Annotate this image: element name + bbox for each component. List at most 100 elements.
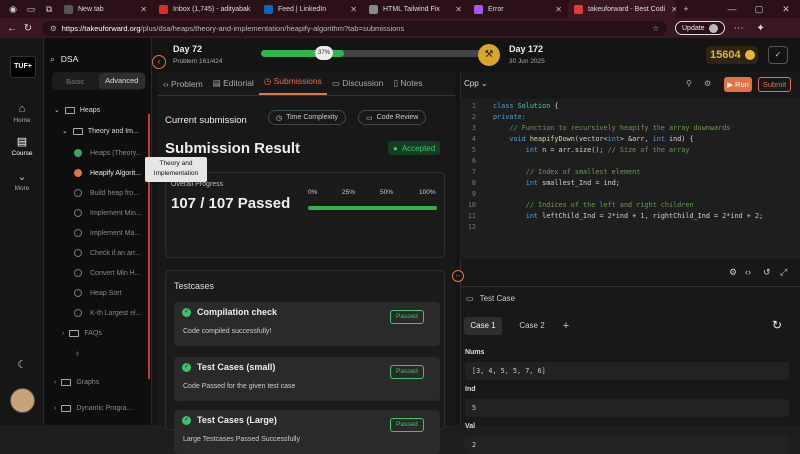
code-line: 7 // Index of smallest element: [471, 168, 641, 176]
tree-item-build-heap[interactable]: Build heap fro...: [74, 186, 139, 200]
tab-problem[interactable]: ‹› Problem: [158, 79, 208, 95]
check-circle-icon: [74, 149, 82, 157]
tree-item-heapify[interactable]: Heapify Algorit...: [74, 166, 141, 180]
tree-item-heaps-theory[interactable]: Heaps (Theory...: [74, 146, 142, 160]
tree-item-heap-sort[interactable]: Heap Sort: [74, 286, 122, 300]
more-icon[interactable]: ⋯: [731, 23, 747, 34]
close-icon[interactable]: ✕: [665, 5, 676, 14]
profile-icon[interactable]: ◉: [7, 3, 19, 15]
maximize-icon[interactable]: ▢: [753, 3, 765, 15]
back-icon[interactable]: ←: [4, 23, 20, 34]
coins-badge[interactable]: 15604: [706, 46, 758, 64]
tab-takeuforward[interactable]: takeuforward - Best Codi ✕: [568, 0, 676, 18]
magic-wand-icon[interactable]: ⚲: [686, 79, 692, 88]
tab-linkedin[interactable]: Feed | LinkedIn ✕: [258, 0, 363, 18]
toggle-basic[interactable]: Basic: [52, 77, 99, 86]
check-circle-icon: ●: [393, 143, 398, 153]
panel-resize-handle[interactable]: ↔: [452, 270, 464, 282]
play-icon: ▶: [727, 80, 733, 89]
testcases-card: [165, 270, 445, 430]
workspaces-icon[interactable]: ▭: [25, 3, 37, 15]
rail-more[interactable]: ⌄ More: [0, 170, 44, 192]
testcase-compilation: ✓ Compilation check Code compiled succes…: [174, 302, 440, 346]
favorite-star-icon[interactable]: ☆: [652, 24, 659, 33]
tree-item-convert[interactable]: Convert Min H...: [74, 266, 141, 280]
tab-case-2[interactable]: Case 2: [512, 317, 552, 335]
tab-submissions[interactable]: ◷ Submissions: [258, 76, 327, 95]
tab-inbox[interactable]: Inbox (1,745) - adityabak✕: [153, 0, 258, 18]
refresh-icon[interactable]: ↻: [772, 318, 782, 332]
problem-panel: ‹› Problem ▤ Editorial ◷ Submissions ▭ D…: [158, 72, 455, 454]
close-icon[interactable]: ✕: [134, 5, 147, 14]
mark-complete-button[interactable]: ✓: [768, 46, 788, 64]
tab-html-fix[interactable]: HTML Tailwind Fix ✕: [363, 0, 468, 18]
theme-toggle[interactable]: ☾: [0, 358, 44, 373]
code-line: 2 private:: [471, 113, 526, 121]
settings-icon[interactable]: ⚙: [704, 79, 711, 88]
day-progress-track: [261, 50, 486, 57]
editorial-icon: ▤: [212, 78, 221, 88]
close-icon[interactable]: ✕: [549, 5, 562, 14]
circle-icon: [74, 209, 82, 217]
site-info-icon[interactable]: ⚙: [50, 24, 57, 33]
settings-icon[interactable]: ⚙: [729, 267, 737, 278]
close-window-icon[interactable]: ✕: [780, 3, 792, 15]
run-button[interactable]: ▶ Run: [724, 77, 752, 92]
param-value[interactable]: [3, 4, 5, 5, 7, 6]: [465, 362, 789, 380]
chevron-right-icon: ›: [54, 404, 57, 412]
reset-icon[interactable]: ↺: [763, 267, 771, 278]
toggle-advanced[interactable]: Advanced: [98, 73, 145, 89]
language-select[interactable]: Cpp ⌄: [464, 79, 488, 88]
param-value[interactable]: 5: [465, 399, 789, 417]
code-line: 3 // Function to recursively heapify the…: [471, 124, 731, 132]
code-icon[interactable]: ‹›: [745, 267, 751, 277]
code-review-button[interactable]: ▭ Code Review: [358, 110, 427, 125]
search-box[interactable]: ⌕ DSA: [50, 52, 78, 66]
tab-new-tab[interactable]: New tab ✕: [58, 0, 153, 18]
param-label: Ind: [465, 386, 476, 393]
update-button[interactable]: Update: [675, 21, 725, 35]
tree-item-graphs[interactable]: › Graphs: [54, 375, 99, 389]
tree-item-max-heap[interactable]: Implement Ma...: [74, 226, 140, 240]
code-line: 5 int n = arr.size(); // Size of the arr…: [471, 146, 690, 154]
tab-actions-icon[interactable]: ⧉: [43, 3, 55, 15]
tree-item-theory[interactable]: ⌄ Theory and Im...: [62, 124, 139, 138]
avatar[interactable]: [10, 388, 35, 413]
close-icon[interactable]: ✕: [449, 5, 462, 14]
tab-case-1[interactable]: Case 1: [464, 317, 502, 335]
fullscreen-icon[interactable]: ⤢: [780, 267, 787, 278]
url-input[interactable]: ⚙ https://takeuforward.org/plus/dsa/heap…: [42, 20, 667, 36]
tab-editorial[interactable]: ▤ Editorial: [208, 78, 259, 95]
reload-icon[interactable]: ↻: [20, 23, 36, 34]
tab-discussion[interactable]: ▭ Discussion: [327, 78, 389, 95]
rail-course[interactable]: ▤ Course: [0, 135, 44, 157]
new-tab-plus-icon[interactable]: +: [680, 3, 692, 15]
quiz-item[interactable]: ♁: [74, 346, 81, 360]
minimize-icon[interactable]: —: [726, 3, 738, 15]
submit-button[interactable]: Submit: [758, 77, 791, 92]
tab-error[interactable]: Error ✕: [468, 0, 568, 18]
search-input[interactable]: DSA: [61, 54, 78, 64]
target-day: Day 172: [509, 44, 544, 54]
check-circle-icon: ✓: [182, 363, 191, 372]
tuf-logo[interactable]: TUF+: [10, 56, 36, 78]
coin-icon: [744, 50, 755, 60]
tree-item-heaps[interactable]: ⌄ Heaps: [54, 103, 100, 117]
tab-notes[interactable]: ▯ Notes: [388, 78, 427, 95]
add-case-button[interactable]: +: [558, 317, 574, 335]
rail-home[interactable]: ⌂ Home: [0, 103, 44, 124]
tree-item-faqs[interactable]: › FAQs: [62, 326, 102, 340]
close-icon[interactable]: ✕: [250, 5, 258, 14]
tree-item-dp[interactable]: › Dynamic Progra...: [54, 401, 132, 415]
tree-item-kth-largest[interactable]: K-th Largest el...: [74, 306, 141, 320]
close-icon[interactable]: ✕: [344, 5, 357, 14]
time-complexity-button[interactable]: ◷ Time Complexity: [268, 110, 346, 125]
tree-item-check-heap[interactable]: Check if an arr...: [74, 246, 141, 260]
tree-item-min-heap[interactable]: Implement Min...: [74, 206, 142, 220]
code-editor[interactable]: 1 class Solution { 2 private: 3 // Functio…: [460, 99, 800, 259]
collapse-sidebar-button[interactable]: ‹: [152, 55, 166, 69]
tick-0: 0%: [308, 189, 318, 196]
param-value[interactable]: 2: [465, 436, 789, 454]
sidebar-scrollbar[interactable]: [148, 114, 150, 379]
copilot-icon[interactable]: ✦: [753, 23, 769, 34]
